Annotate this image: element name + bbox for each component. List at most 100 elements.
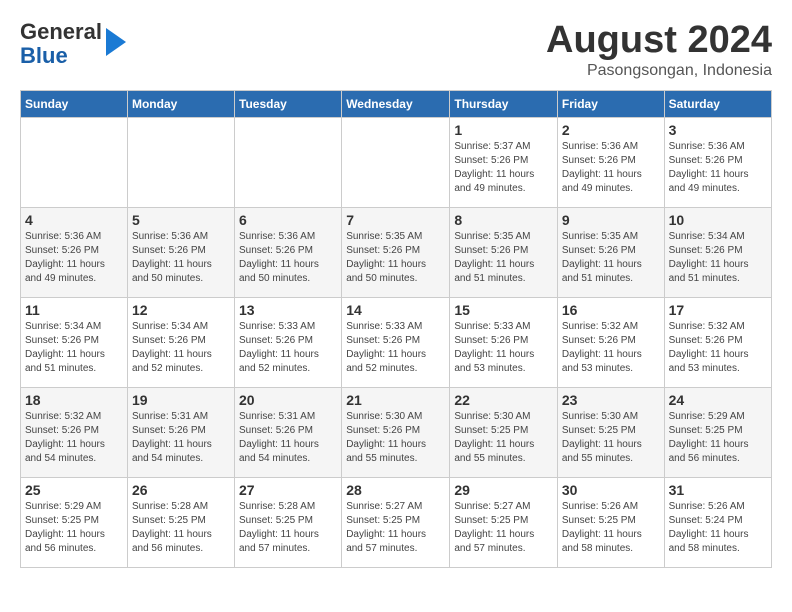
logo-general: General <box>20 20 102 44</box>
day-info: Sunrise: 5:28 AM Sunset: 5:25 PM Dayligh… <box>132 500 230 556</box>
day-info: Sunrise: 5:29 AM Sunset: 5:25 PM Dayligh… <box>669 410 767 466</box>
calendar-cell: 2Sunrise: 5:36 AM Sunset: 5:26 PM Daylig… <box>557 117 664 207</box>
day-number: 7 <box>346 212 445 228</box>
day-number: 22 <box>454 392 553 408</box>
day-number: 31 <box>669 482 767 498</box>
weekday-header-row: SundayMondayTuesdayWednesdayThursdayFrid… <box>21 90 772 117</box>
calendar-week-row: 25Sunrise: 5:29 AM Sunset: 5:25 PM Dayli… <box>21 477 772 567</box>
day-number: 18 <box>25 392 123 408</box>
day-number: 26 <box>132 482 230 498</box>
calendar-cell <box>127 117 234 207</box>
calendar-cell <box>235 117 342 207</box>
calendar-week-row: 1 Sunrise: 5:37 AM Sunset: 5:26 PM Daylig… <box>21 117 772 207</box>
calendar-cell: 12 Sunrise: 5:34 AM Sunset: 5:26 PM Dayli… <box>127 297 234 387</box>
day-info: Sunrise: 5:35 AM Sunset: 5:26 PM Dayligh… <box>562 230 660 286</box>
calendar-cell: 31 Sunrise: 5:26 AM Sunset: 5:24 PM Dayli… <box>664 477 771 567</box>
calendar-cell: 6 Sunrise: 5:36 AM Sunset: 5:26 PM Daylig… <box>235 207 342 297</box>
day-info: Sunrise: 5:34 AM Sunset: 5:26 PM Dayligh… <box>132 320 230 376</box>
calendar-cell: 30 Sunrise: 5:26 AM Sunset: 5:25 PM Dayli… <box>557 477 664 567</box>
weekday-header-thursday: Thursday <box>450 90 558 117</box>
month-title: August 2024 <box>546 20 772 62</box>
calendar-cell <box>342 117 450 207</box>
day-info: Sunrise: 5:32 AM Sunset: 5:26 PM Dayligh… <box>25 410 123 466</box>
day-info: Sunrise: 5:27 AM Sunset: 5:25 PM Dayligh… <box>454 500 553 556</box>
page-header: General Blue August 2024 Pasongsongan, I… <box>20 20 772 80</box>
calendar-cell: 4 Sunrise: 5:36 AM Sunset: 5:26 PM Daylig… <box>21 207 128 297</box>
logo-arrow-icon <box>106 28 126 56</box>
day-info: Sunrise: 5:31 AM Sunset: 5:26 PM Dayligh… <box>132 410 230 466</box>
day-info: Sunrise: 5:37 AM Sunset: 5:26 PM Dayligh… <box>454 140 553 196</box>
day-number: 17 <box>669 302 767 318</box>
day-number: 6 <box>239 212 337 228</box>
calendar-cell: 19 Sunrise: 5:31 AM Sunset: 5:26 PM Dayli… <box>127 387 234 477</box>
calendar-cell <box>21 117 128 207</box>
day-info: Sunrise: 5:32 AM Sunset: 5:26 PM Dayligh… <box>562 320 660 376</box>
calendar-cell: 9 Sunrise: 5:35 AM Sunset: 5:26 PM Daylig… <box>557 207 664 297</box>
day-number: 29 <box>454 482 553 498</box>
day-info: Sunrise: 5:36 AM Sunset: 5:26 PM Dayligh… <box>239 230 337 286</box>
weekday-header-monday: Monday <box>127 90 234 117</box>
day-number: 12 <box>132 302 230 318</box>
day-info: Sunrise: 5:33 AM Sunset: 5:26 PM Dayligh… <box>239 320 337 376</box>
location-title: Pasongsongan, Indonesia <box>546 62 772 80</box>
day-info: Sunrise: 5:35 AM Sunset: 5:26 PM Dayligh… <box>346 230 445 286</box>
day-number: 13 <box>239 302 337 318</box>
day-number: 27 <box>239 482 337 498</box>
calendar-cell: 7 Sunrise: 5:35 AM Sunset: 5:26 PM Daylig… <box>342 207 450 297</box>
logo-blue: Blue <box>20 44 102 68</box>
calendar-cell: 27Sunrise: 5:28 AM Sunset: 5:25 PM Dayli… <box>235 477 342 567</box>
day-number: 1 <box>454 122 553 138</box>
day-number: 25 <box>25 482 123 498</box>
calendar-cell: 16Sunrise: 5:32 AM Sunset: 5:26 PM Dayli… <box>557 297 664 387</box>
day-number: 4 <box>25 212 123 228</box>
day-info: Sunrise: 5:31 AM Sunset: 5:26 PM Dayligh… <box>239 410 337 466</box>
day-info: Sunrise: 5:34 AM Sunset: 5:26 PM Dayligh… <box>25 320 123 376</box>
calendar-cell: 21Sunrise: 5:30 AM Sunset: 5:26 PM Dayli… <box>342 387 450 477</box>
day-info: Sunrise: 5:36 AM Sunset: 5:26 PM Dayligh… <box>669 140 767 196</box>
day-info: Sunrise: 5:26 AM Sunset: 5:24 PM Dayligh… <box>669 500 767 556</box>
calendar-cell: 28Sunrise: 5:27 AM Sunset: 5:25 PM Dayli… <box>342 477 450 567</box>
day-number: 30 <box>562 482 660 498</box>
day-info: Sunrise: 5:30 AM Sunset: 5:26 PM Dayligh… <box>346 410 445 466</box>
calendar-cell: 22 Sunrise: 5:30 AM Sunset: 5:25 PM Dayli… <box>450 387 558 477</box>
calendar-cell: 5 Sunrise: 5:36 AM Sunset: 5:26 PM Daylig… <box>127 207 234 297</box>
calendar-cell: 18 Sunrise: 5:32 AM Sunset: 5:26 PM Dayli… <box>21 387 128 477</box>
weekday-header-saturday: Saturday <box>664 90 771 117</box>
calendar-week-row: 11 Sunrise: 5:34 AM Sunset: 5:26 PM Dayli… <box>21 297 772 387</box>
weekday-header-friday: Friday <box>557 90 664 117</box>
day-info: Sunrise: 5:33 AM Sunset: 5:26 PM Dayligh… <box>346 320 445 376</box>
day-number: 14 <box>346 302 445 318</box>
day-info: Sunrise: 5:27 AM Sunset: 5:25 PM Dayligh… <box>346 500 445 556</box>
day-number: 9 <box>562 212 660 228</box>
calendar-cell: 24 Sunrise: 5:29 AM Sunset: 5:25 PM Dayli… <box>664 387 771 477</box>
weekday-header-tuesday: Tuesday <box>235 90 342 117</box>
day-number: 5 <box>132 212 230 228</box>
day-info: Sunrise: 5:30 AM Sunset: 5:25 PM Dayligh… <box>562 410 660 466</box>
day-info: Sunrise: 5:32 AM Sunset: 5:26 PM Dayligh… <box>669 320 767 376</box>
logo: General Blue <box>20 20 126 68</box>
day-info: Sunrise: 5:30 AM Sunset: 5:25 PM Dayligh… <box>454 410 553 466</box>
day-info: Sunrise: 5:35 AM Sunset: 5:26 PM Dayligh… <box>454 230 553 286</box>
day-info: Sunrise: 5:26 AM Sunset: 5:25 PM Dayligh… <box>562 500 660 556</box>
day-info: Sunrise: 5:34 AM Sunset: 5:26 PM Dayligh… <box>669 230 767 286</box>
calendar-cell: 14 Sunrise: 5:33 AM Sunset: 5:26 PM Dayli… <box>342 297 450 387</box>
calendar-cell: 26 Sunrise: 5:28 AM Sunset: 5:25 PM Dayli… <box>127 477 234 567</box>
day-number: 15 <box>454 302 553 318</box>
calendar-cell: 15Sunrise: 5:33 AM Sunset: 5:26 PM Dayli… <box>450 297 558 387</box>
day-info: Sunrise: 5:36 AM Sunset: 5:26 PM Dayligh… <box>562 140 660 196</box>
day-number: 8 <box>454 212 553 228</box>
day-info: Sunrise: 5:36 AM Sunset: 5:26 PM Dayligh… <box>132 230 230 286</box>
calendar-cell: 13 Sunrise: 5:33 AM Sunset: 5:26 PM Dayli… <box>235 297 342 387</box>
weekday-header-wednesday: Wednesday <box>342 90 450 117</box>
day-number: 24 <box>669 392 767 408</box>
calendar-cell: 1 Sunrise: 5:37 AM Sunset: 5:26 PM Daylig… <box>450 117 558 207</box>
calendar-cell: 20Sunrise: 5:31 AM Sunset: 5:26 PM Dayli… <box>235 387 342 477</box>
day-number: 23 <box>562 392 660 408</box>
calendar-week-row: 18 Sunrise: 5:32 AM Sunset: 5:26 PM Dayli… <box>21 387 772 477</box>
day-number: 19 <box>132 392 230 408</box>
day-number: 11 <box>25 302 123 318</box>
calendar-cell: 23 Sunrise: 5:30 AM Sunset: 5:25 PM Dayli… <box>557 387 664 477</box>
day-info: Sunrise: 5:36 AM Sunset: 5:26 PM Dayligh… <box>25 230 123 286</box>
calendar-cell: 17 Sunrise: 5:32 AM Sunset: 5:26 PM Dayli… <box>664 297 771 387</box>
calendar-cell: 29 Sunrise: 5:27 AM Sunset: 5:25 PM Dayli… <box>450 477 558 567</box>
